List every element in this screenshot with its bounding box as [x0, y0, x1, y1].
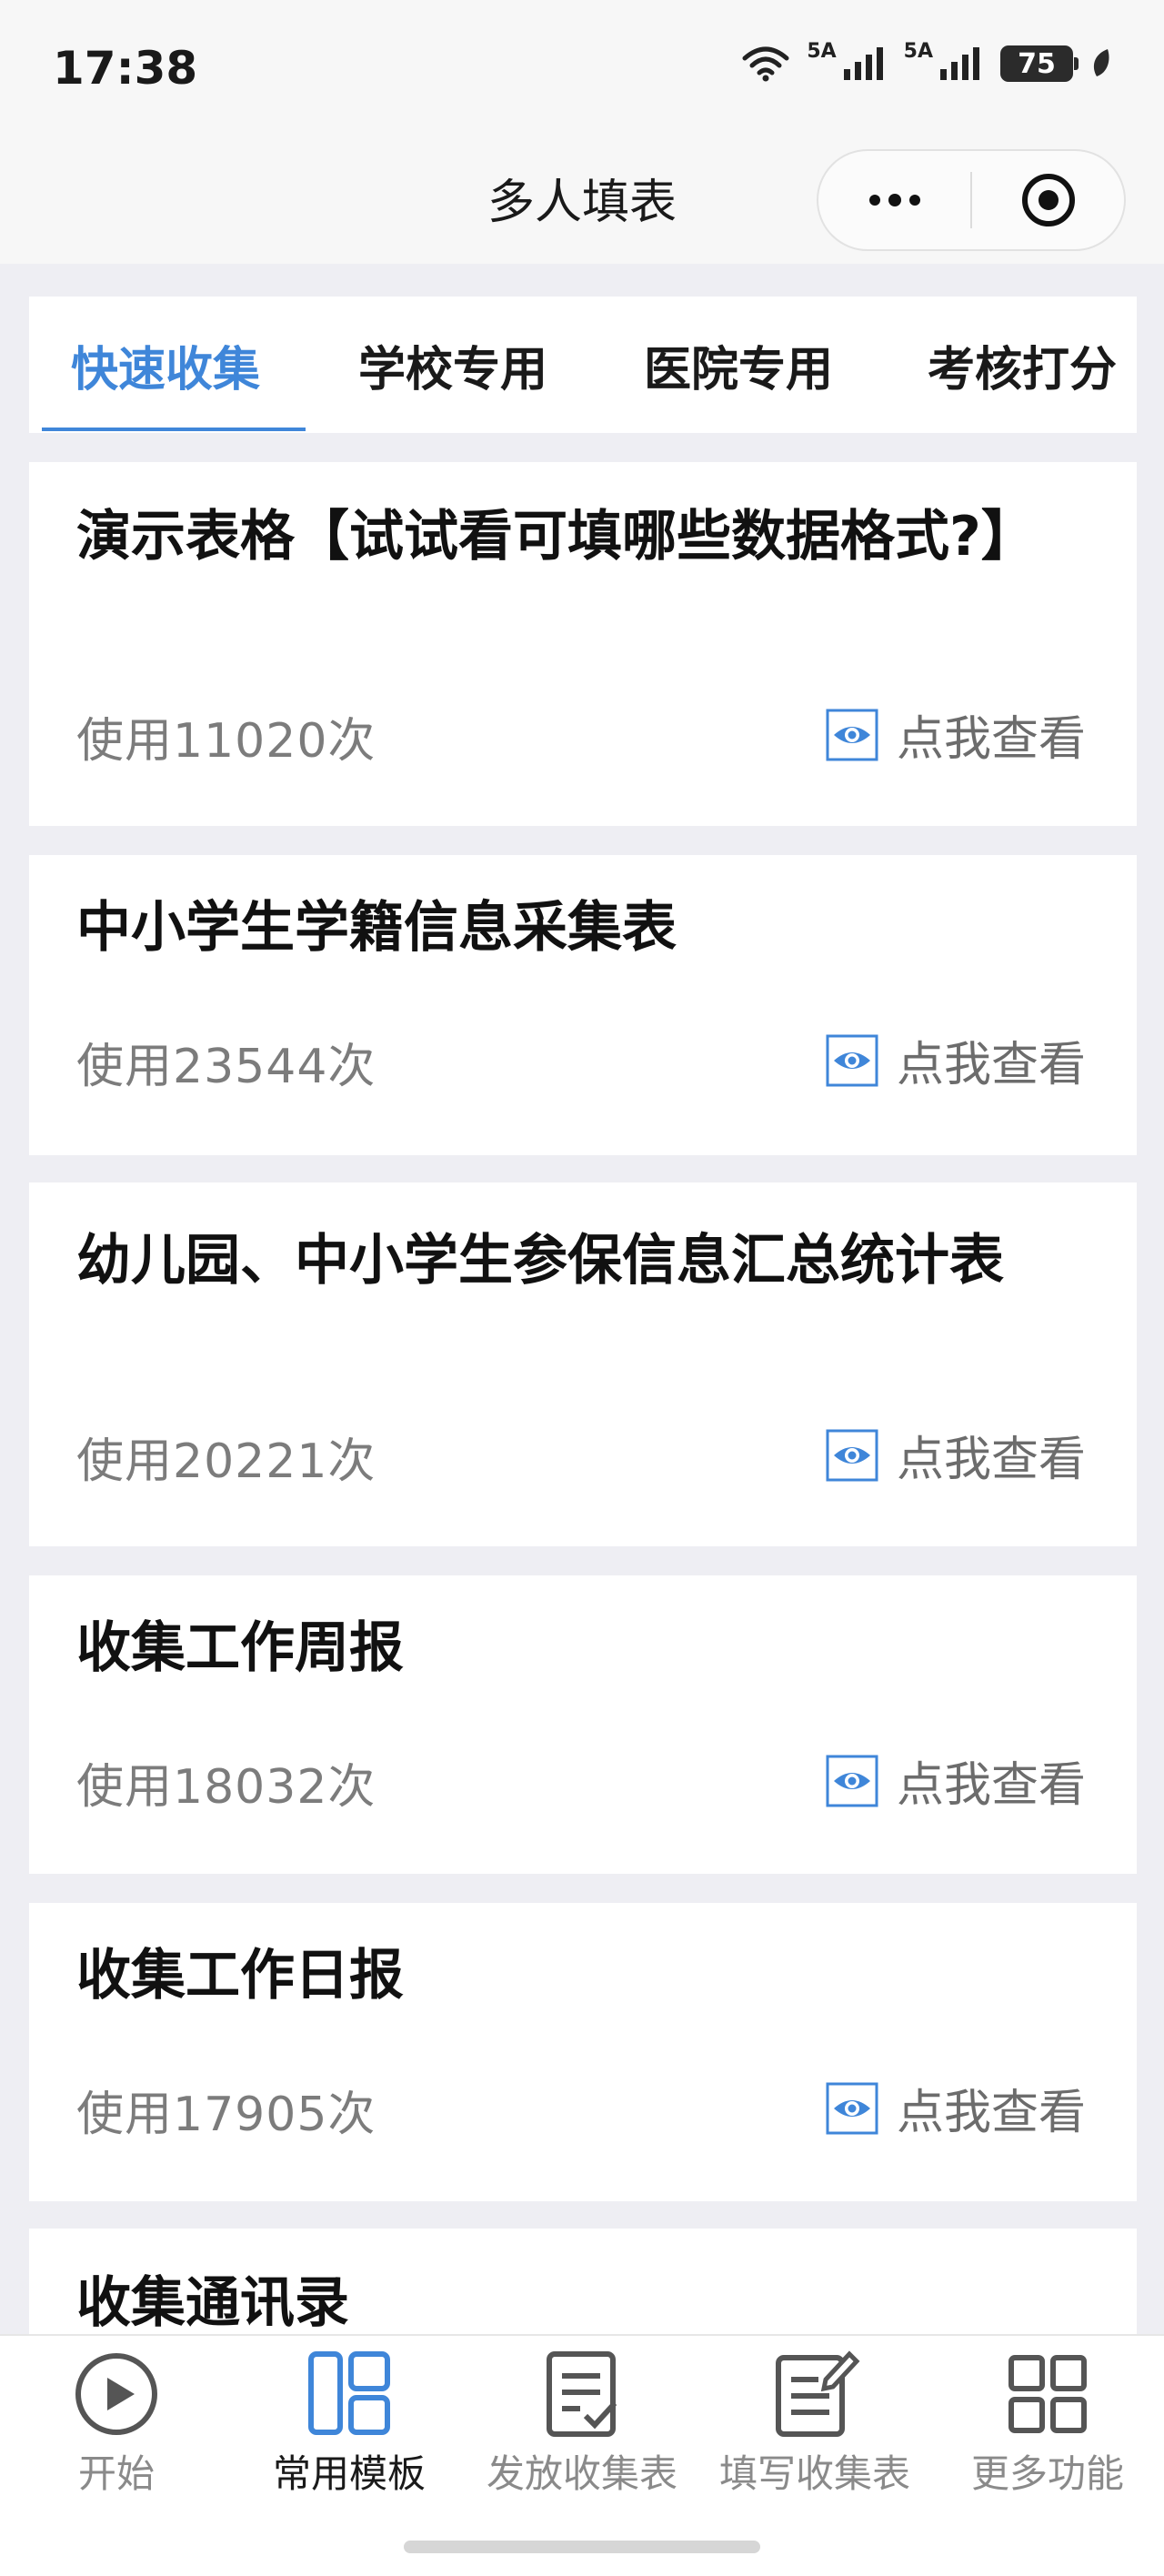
leaf-icon	[1093, 49, 1109, 76]
card-usage-count: 使用17905次	[76, 2088, 376, 2142]
nav-distribute[interactable]: 发放收集表	[466, 2336, 698, 2518]
tab-label: 医院专用	[644, 342, 834, 397]
card-title: 中小学生学籍信息采集表	[76, 896, 677, 960]
battery-indicator: 75	[1000, 45, 1079, 82]
signal-icon	[940, 47, 979, 80]
card-usage-count: 使用20221次	[76, 1434, 376, 1489]
target-circle-icon	[1021, 174, 1075, 226]
eye-icon	[826, 1429, 878, 1481]
view-button[interactable]: 点我查看	[826, 1746, 1086, 1815]
view-label: 点我查看	[896, 1038, 1086, 1092]
nav-more[interactable]: 更多功能	[931, 2336, 1164, 2518]
status-time: 17:38	[53, 42, 198, 95]
document-check-icon	[547, 2351, 617, 2437]
template-card[interactable]: 收集工作周报 使用18032次 点我查看	[29, 1575, 1137, 1874]
view-label: 点我查看	[896, 712, 1086, 767]
eye-icon	[826, 709, 878, 760]
network-label-2: 5A	[903, 39, 933, 63]
nav-start[interactable]: 开始	[0, 2336, 233, 2518]
view-button[interactable]: 点我查看	[826, 2074, 1086, 2142]
card-title: 演示表格【试试看可填哪些数据格式?】	[76, 505, 1036, 569]
view-label: 点我查看	[896, 1758, 1086, 1813]
active-tab-underline	[42, 428, 306, 431]
eye-icon	[826, 1034, 878, 1086]
tab-assessment[interactable]: 考核打分	[928, 297, 1117, 433]
card-usage-count: 使用11020次	[76, 714, 376, 769]
app-screen: 17:38 5A 5A 75 多人填表 快速收集 学校专用 医院专用 考核打分 …	[0, 0, 1164, 2576]
network-label-1: 5A	[807, 39, 837, 63]
template-card[interactable]: 中小学生学籍信息采集表 使用23544次 点我查看	[29, 855, 1137, 1155]
template-card[interactable]: 演示表格【试试看可填哪些数据格式?】 使用11020次 点我查看	[29, 462, 1137, 826]
nav-label: 开始	[77, 2451, 155, 2496]
nav-label: 发放收集表	[486, 2451, 677, 2496]
view-label: 点我查看	[896, 2086, 1086, 2140]
battery-level: 75	[1018, 47, 1056, 80]
more-dots-icon	[868, 194, 920, 206]
four-squares-icon	[1008, 2355, 1087, 2433]
play-circle-icon	[75, 2353, 157, 2435]
card-usage-count: 使用18032次	[76, 1760, 376, 1815]
top-bar: 17:38 5A 5A 75 多人填表	[0, 0, 1164, 264]
status-icons: 5A 5A 75	[741, 40, 1113, 82]
template-card[interactable]: 收集工作日报 使用17905次 点我查看	[29, 1903, 1137, 2201]
view-button[interactable]: 点我查看	[826, 1421, 1086, 1489]
eye-icon	[826, 1755, 878, 1806]
nav-fill[interactable]: 填写收集表	[698, 2336, 931, 2518]
nav-templates[interactable]: 常用模板	[233, 2336, 466, 2518]
category-tabs: 快速收集 学校专用 医院专用 考核打分	[29, 297, 1137, 433]
signal-icon	[843, 47, 883, 80]
card-title: 收集工作周报	[76, 1616, 404, 1680]
card-usage-count: 使用23544次	[76, 1040, 376, 1094]
tab-label: 考核打分	[928, 342, 1118, 397]
more-button[interactable]	[818, 151, 970, 249]
tab-quick-collect[interactable]: 快速收集	[71, 297, 260, 433]
view-button[interactable]: 点我查看	[826, 700, 1086, 769]
card-title: 收集通讯录	[76, 2271, 349, 2335]
close-button[interactable]	[972, 151, 1124, 249]
document-edit-icon	[776, 2350, 860, 2437]
template-grid-icon	[308, 2351, 390, 2435]
tab-label: 学校专用	[358, 342, 548, 397]
view-label: 点我查看	[896, 1433, 1086, 1487]
eye-icon	[826, 2082, 878, 2134]
card-title: 收集工作日报	[76, 1944, 404, 2007]
tab-school[interactable]: 学校专用	[358, 297, 547, 433]
home-indicator[interactable]	[404, 2541, 760, 2553]
wifi-icon	[742, 46, 789, 82]
nav-label: 填写收集表	[718, 2451, 910, 2496]
template-card[interactable]: 幼儿园、中小学生参保信息汇总统计表 使用20221次 点我查看	[29, 1182, 1137, 1546]
view-button[interactable]: 点我查看	[826, 1026, 1086, 1094]
mini-program-capsule	[817, 149, 1126, 251]
card-title: 幼儿园、中小学生参保信息汇总统计表	[76, 1229, 1004, 1293]
nav-label: 常用模板	[272, 2451, 426, 2496]
nav-label: 更多功能	[970, 2451, 1124, 2496]
tab-label: 快速收集	[71, 342, 261, 397]
tab-hospital[interactable]: 医院专用	[644, 297, 833, 433]
